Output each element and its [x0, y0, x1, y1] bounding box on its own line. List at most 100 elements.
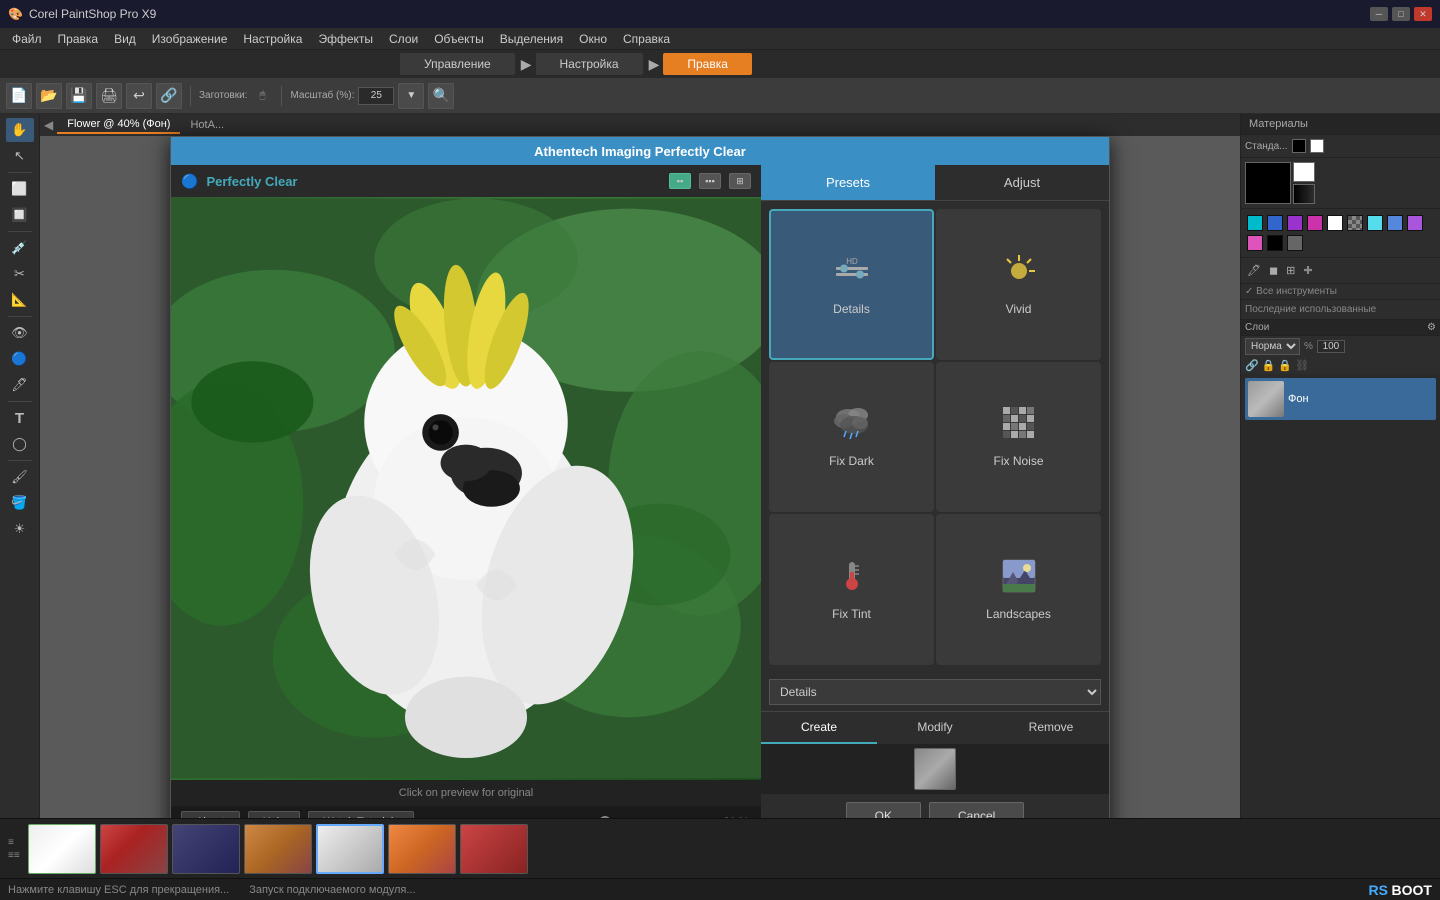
preview-image[interactable]	[171, 197, 761, 780]
film-thumb-1[interactable]	[28, 824, 96, 874]
watch-tutorials-button[interactable]: Watch Tutorials	[308, 811, 413, 818]
film-thumb-7[interactable]	[460, 824, 528, 874]
filmstrip-toggle-1[interactable]: ≡	[8, 837, 20, 848]
swatch-cyan-light[interactable]	[1367, 215, 1383, 231]
canvas-tab-flower[interactable]: Flower @ 40% (Фон)	[57, 116, 180, 134]
view-btn-2[interactable]: ▪▪▪	[699, 173, 721, 189]
main-fg-swatch[interactable]	[1245, 162, 1291, 204]
swatch-blue-med[interactable]	[1387, 215, 1403, 231]
swatch-violet[interactable]	[1407, 215, 1423, 231]
brush-icon[interactable]: 🖊	[1245, 262, 1263, 279]
cm-tab-remove[interactable]: Remove	[993, 712, 1109, 744]
film-thumb-3[interactable]	[172, 824, 240, 874]
minimize-button[interactable]: ─	[1370, 7, 1388, 21]
tool-pan[interactable]: ✋	[6, 118, 34, 142]
print-button[interactable]: 🖨	[96, 83, 122, 109]
preset-details[interactable]: HD Details	[769, 209, 934, 360]
tool-scratch[interactable]: 🖊	[6, 373, 34, 397]
about-button[interactable]: About	[181, 811, 240, 818]
ok-button[interactable]: OK	[846, 802, 921, 818]
menu-help[interactable]: Справка	[615, 30, 678, 48]
new-button[interactable]: 📄	[6, 83, 32, 109]
zoom-out-button[interactable]: 🔍	[428, 83, 454, 109]
view-btn-3[interactable]: ⊞	[729, 173, 751, 189]
menu-window[interactable]: Окно	[571, 30, 615, 48]
swatch-dark-pattern[interactable]	[1347, 215, 1363, 231]
swatch-rose[interactable]	[1247, 235, 1263, 251]
opacity-input[interactable]	[1317, 340, 1345, 353]
tool-redeye[interactable]: 👁	[6, 321, 34, 345]
menu-file[interactable]: Файл	[4, 30, 50, 48]
tool-text[interactable]: T	[6, 406, 34, 430]
nav-tab-manage[interactable]: Управление	[400, 53, 515, 75]
swatch-med-gray[interactable]	[1287, 235, 1303, 251]
menu-layers[interactable]: Слои	[381, 30, 426, 48]
film-thumb-2[interactable]	[100, 824, 168, 874]
tool-shape[interactable]: ◯	[6, 432, 34, 456]
zoom-thumb[interactable]	[599, 816, 611, 818]
film-thumb-6[interactable]	[388, 824, 456, 874]
preset-fix-dark[interactable]: Fix Dark	[769, 362, 934, 513]
tool-crop[interactable]: ✂	[6, 262, 34, 286]
swatch-pink[interactable]	[1307, 215, 1323, 231]
preset-vivid[interactable]: Vivid	[936, 209, 1101, 360]
cm-tab-create[interactable]: Create	[761, 712, 877, 744]
menu-selections[interactable]: Выделения	[492, 30, 571, 48]
share-button[interactable]: 🔗	[156, 83, 182, 109]
tool-eyedropper[interactable]: 💉	[6, 236, 34, 260]
preset-landscapes[interactable]: Landscapes	[936, 514, 1101, 665]
preset-fix-noise[interactable]: Fix Noise	[936, 362, 1101, 513]
save-button[interactable]: 💾	[66, 83, 92, 109]
open-button[interactable]: 📂	[36, 83, 62, 109]
swatch-blue[interactable]	[1267, 215, 1283, 231]
tool-paint[interactable]: 🖌	[6, 465, 34, 489]
panel-tab-adjust[interactable]: Adjust	[935, 165, 1109, 200]
tool-rect-select[interactable]: ⬜	[6, 177, 34, 201]
film-thumb-5[interactable]	[316, 824, 384, 874]
tool-straighten[interactable]: 📐	[6, 288, 34, 312]
white-swatch[interactable]	[1293, 162, 1315, 182]
view-btn-1[interactable]: ▪▪	[669, 173, 691, 189]
cancel-button[interactable]: Cancel	[929, 802, 1024, 818]
layer-link-icon[interactable]: 🔗	[1245, 359, 1259, 372]
gradient-icon[interactable]: ◼	[1267, 262, 1280, 279]
menu-objects[interactable]: Объекты	[426, 30, 492, 48]
close-button[interactable]: ✕	[1414, 7, 1432, 21]
layer-lock-icon[interactable]: 🔒	[1262, 359, 1276, 372]
cm-tab-modify[interactable]: Modify	[877, 712, 993, 744]
swatch-black[interactable]	[1267, 235, 1283, 251]
panel-tab-presets[interactable]: Presets	[761, 165, 935, 200]
maximize-button[interactable]: □	[1392, 7, 1410, 21]
plus-icon[interactable]: ✚	[1301, 262, 1314, 279]
tool-dodge[interactable]: ☀	[6, 517, 34, 541]
layer-settings-icon[interactable]: ⚙	[1427, 322, 1436, 333]
filmstrip-toggle-2[interactable]: ≡≡	[8, 850, 20, 861]
undo-button[interactable]: ↩	[126, 83, 152, 109]
swatch-white-2[interactable]	[1327, 215, 1343, 231]
foreground-color[interactable]	[1292, 139, 1306, 153]
menu-settings[interactable]: Настройка	[235, 30, 310, 48]
menu-view[interactable]: Вид	[106, 30, 144, 48]
layer-bg-row[interactable]: Фон	[1245, 378, 1436, 420]
background-color[interactable]	[1310, 139, 1324, 153]
nav-tab-edit[interactable]: Правка	[663, 53, 752, 75]
tool-lasso[interactable]: 🔲	[6, 203, 34, 227]
canvas-tab-extra[interactable]: HotA...	[180, 117, 234, 133]
tool-clone[interactable]: 🔵	[6, 347, 34, 371]
preset-dropdown[interactable]: Details	[769, 679, 1101, 705]
swatch-cyan[interactable]	[1247, 215, 1263, 231]
zoom-down-button[interactable]: ▼	[398, 83, 424, 109]
masshtab-input[interactable]	[358, 87, 394, 105]
layer-lock2-icon[interactable]: 🔒	[1278, 359, 1292, 372]
tool-select[interactable]: ↖	[6, 144, 34, 168]
tool-fill[interactable]: 🪣	[6, 491, 34, 515]
menu-image[interactable]: Изображение	[144, 30, 236, 48]
pattern-icon[interactable]: ⊞	[1284, 262, 1297, 279]
layer-chain-icon[interactable]: ⛓	[1295, 359, 1309, 372]
nav-tab-settings[interactable]: Настройка	[536, 53, 643, 75]
menu-effects[interactable]: Эффекты	[310, 30, 381, 48]
menu-edit[interactable]: Правка	[50, 30, 107, 48]
back-arrow[interactable]: ◀	[44, 118, 53, 132]
preset-thumb-1[interactable]	[914, 748, 956, 790]
film-thumb-4[interactable]	[244, 824, 312, 874]
